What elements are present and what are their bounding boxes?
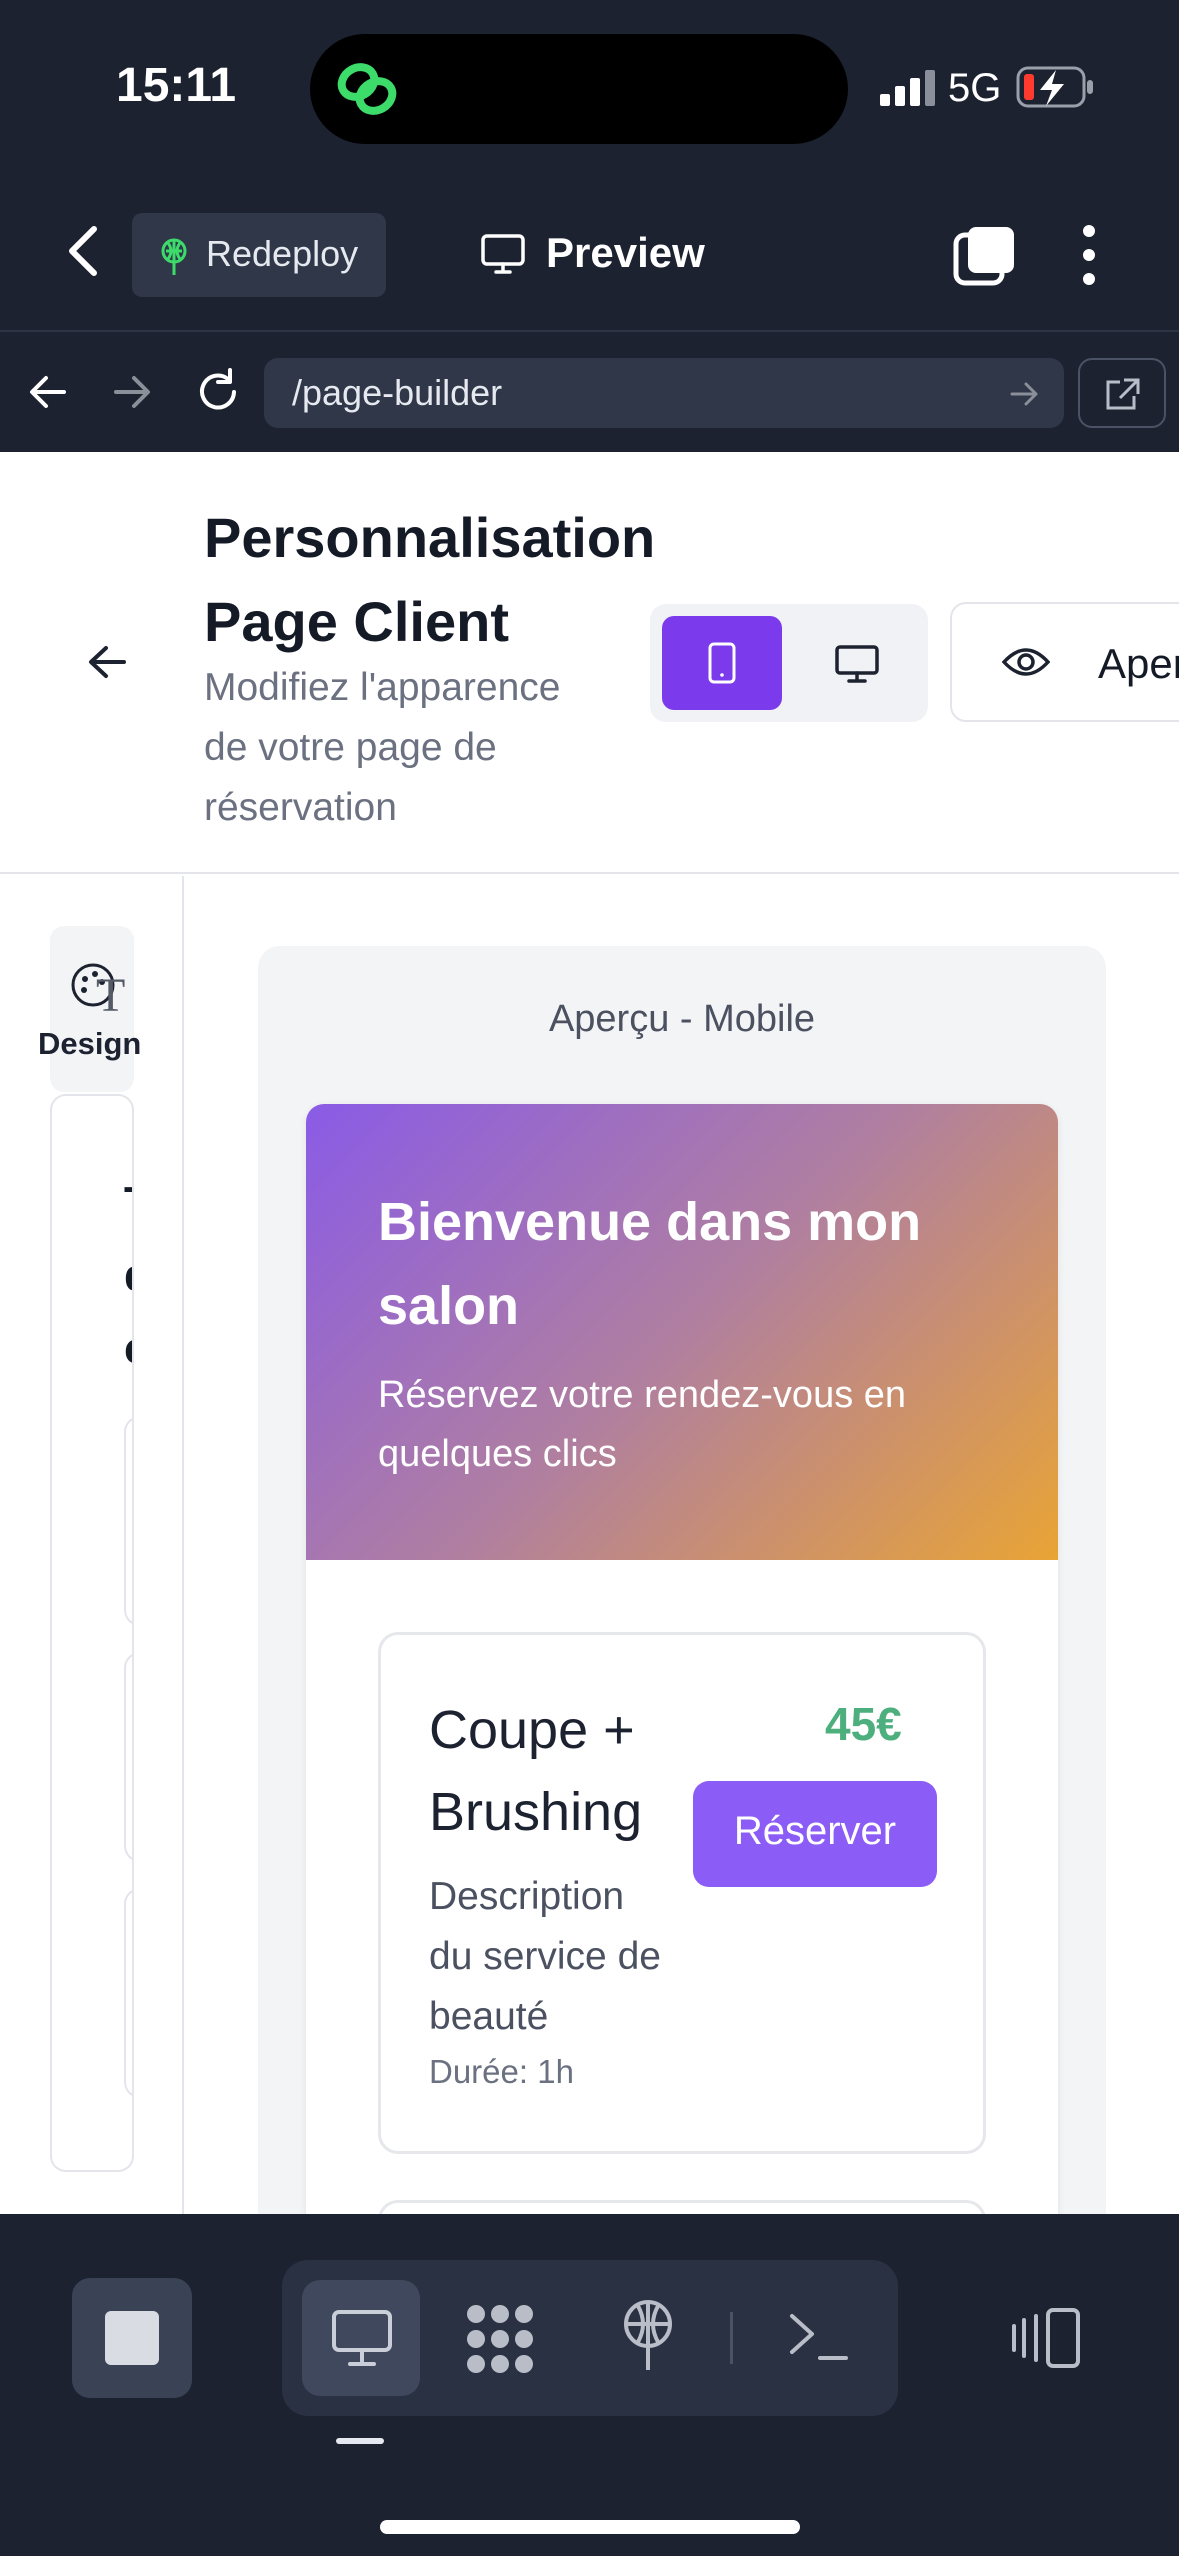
- eye-icon: [1002, 648, 1050, 676]
- service-card: [378, 2200, 986, 2214]
- browser-url-bar: /page-builder: [0, 332, 1179, 452]
- book-label: Réserver: [733, 1809, 897, 1853]
- page-subtitle: Modifiez l'apparence de votre page de ré…: [204, 666, 561, 829]
- page-header: Personnalisation Page Client Modifiez l'…: [0, 452, 1179, 874]
- preview-panel: Aperçu - Mobile Bienvenue dans mon salon…: [258, 946, 1106, 2214]
- apps-grid-icon[interactable]: [462, 2302, 538, 2376]
- web-page: Personnalisation Page Client Modifiez l'…: [0, 452, 1179, 2214]
- theme-heading: The de cou: [124, 1166, 132, 1385]
- preview-tab-button[interactable]: [302, 2280, 420, 2396]
- preview-page-label: Aper: [1098, 640, 1179, 687]
- hero-title: Bienvenue dans mon salon: [378, 1192, 922, 1336]
- device-toggle: [650, 604, 928, 722]
- battery-charging-icon: [1016, 66, 1093, 108]
- dynamic-island: [310, 34, 848, 144]
- preview-label: Preview: [546, 229, 705, 276]
- back-icon[interactable]: [64, 223, 104, 279]
- page-back-icon[interactable]: [86, 642, 128, 682]
- stop-icon: [105, 2311, 159, 2365]
- service-price: 45€: [825, 1698, 902, 1750]
- split-view-icon[interactable]: [1010, 2306, 1082, 2370]
- deploy-tree-icon: [161, 238, 187, 275]
- tab-design[interactable]: T Design: [38, 926, 141, 1092]
- url-text: /page-builder: [292, 372, 503, 413]
- status-time: 15:11: [116, 59, 237, 112]
- signal-icon: [880, 70, 935, 106]
- redeploy-button[interactable]: Redeploy: [132, 213, 386, 297]
- text-type-icon: T: [96, 969, 126, 1022]
- tabs-icon[interactable]: [952, 225, 1016, 287]
- hero-subtitle: Réservez votre rendez-vous en quelques c…: [378, 1374, 907, 1475]
- browser-forward-icon[interactable]: [112, 372, 152, 412]
- service-name: Coupe + Brushing: [429, 1700, 643, 1842]
- monitor-icon: [481, 234, 525, 274]
- hero-banner: Bienvenue dans mon salon Réservez votre …: [306, 1104, 1058, 1560]
- theme-option[interactable]: Ol Dy: [124, 1888, 132, 2098]
- bottom-toolbar: [0, 2214, 1179, 2556]
- theme-option[interactable]: VI Él: [124, 1416, 132, 1626]
- url-input[interactable]: /page-builder: [264, 358, 1064, 428]
- go-arrow-icon[interactable]: [1010, 380, 1040, 408]
- page-title: Personnalisation Page Client: [204, 506, 656, 653]
- reload-icon[interactable]: [194, 368, 242, 416]
- redeploy-label: Redeploy: [206, 233, 359, 274]
- home-indicator: [380, 2520, 800, 2534]
- stop-button[interactable]: [72, 2278, 192, 2398]
- preview-label: Aperçu - Mobile: [548, 998, 816, 1040]
- external-link-icon: [1106, 378, 1140, 410]
- preview-page-button[interactable]: Aper: [950, 602, 1179, 722]
- view-switcher: [282, 2260, 898, 2416]
- service-duration: Durée: 1h: [429, 2053, 574, 2090]
- monitor-icon: [835, 645, 879, 683]
- tab-design-label: Design: [38, 1026, 142, 1061]
- app-toolbar: Redeploy Preview: [0, 175, 1179, 332]
- customization-panel: T Design The de cou VI Él R Fé: [0, 876, 184, 2214]
- active-tab-indicator: [336, 2438, 384, 2444]
- mobile-view-button[interactable]: [662, 616, 782, 710]
- book-button[interactable]: Réserver: [693, 1781, 937, 1887]
- desktop-view-button[interactable]: [796, 616, 916, 710]
- mobile-preview-frame: Bienvenue dans mon salon Réservez votre …: [306, 1104, 1058, 2214]
- chain-link-icon: [337, 63, 397, 115]
- terminal-icon[interactable]: [788, 2308, 850, 2364]
- open-external-button[interactable]: [1078, 358, 1166, 428]
- preview-button[interactable]: Preview: [470, 211, 710, 295]
- theme-option[interactable]: R Fé: [124, 1652, 132, 1862]
- deploy-tree-icon[interactable]: [618, 2298, 678, 2374]
- smartphone-icon: [708, 642, 736, 684]
- browser-back-icon[interactable]: [28, 372, 68, 412]
- divider: [730, 2312, 733, 2364]
- network-label: 5G: [948, 66, 1002, 110]
- service-description: Description du service de beauté: [429, 1875, 661, 2038]
- monitor-icon: [332, 2310, 392, 2366]
- theme-card: The de cou VI Él R Fé: [50, 1094, 134, 2172]
- more-vertical-icon[interactable]: [1078, 223, 1100, 287]
- service-card: Coupe + Brushing 45€ Réserver Descriptio…: [378, 1632, 986, 2154]
- status-bar: 15:11 5G: [0, 0, 1179, 175]
